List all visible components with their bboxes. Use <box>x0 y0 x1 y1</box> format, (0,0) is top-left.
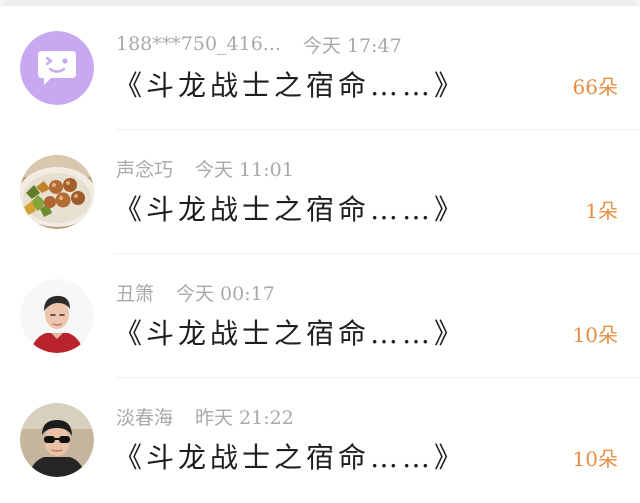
list-item[interactable]: 淡春海 昨天 21:22 《斗龙战士之宿命……》 10朵 <box>0 372 640 496</box>
flower-count: 10朵 <box>572 447 618 471</box>
message-time: 昨天 21:22 <box>195 406 294 429</box>
avatar[interactable] <box>20 31 94 105</box>
list-item[interactable]: 188***750_416... 今天 17:47 《斗龙战士之宿命……》 66… <box>0 0 640 130</box>
wink-face-icon <box>20 31 94 105</box>
sender-name: 丑箫 <box>116 282 155 305</box>
sender-name: 188***750_416... <box>116 33 281 55</box>
flower-count: 10朵 <box>572 323 618 347</box>
message-meta: 丑箫 今天 00:17 <box>116 279 275 305</box>
avatar[interactable] <box>20 279 94 353</box>
list-item[interactable]: 丑箫 今天 00:17 《斗龙战士之宿命……》 10朵 <box>0 248 640 378</box>
message-meta: 淡春海 昨天 21:22 <box>116 403 294 429</box>
avatar[interactable] <box>20 155 94 229</box>
sender-name: 淡春海 <box>116 406 174 429</box>
flower-count: 1朵 <box>585 199 618 223</box>
message-time: 今天 11:01 <box>195 158 294 181</box>
book-title: 《斗龙战士之宿命……》 <box>114 441 467 474</box>
message-list-sheet: 188***750_416... 今天 17:47 《斗龙战士之宿命……》 66… <box>0 0 640 503</box>
flower-count: 66朵 <box>572 75 618 99</box>
message-time: 今天 00:17 <box>176 282 275 305</box>
young-man-icon <box>20 279 94 353</box>
sender-name: 声念巧 <box>116 158 174 181</box>
book-title: 《斗龙战士之宿命……》 <box>114 69 467 102</box>
book-title: 《斗龙战士之宿命……》 <box>114 193 467 226</box>
message-meta: 188***750_416... 今天 17:47 <box>116 31 402 57</box>
food-plate-icon <box>20 155 94 229</box>
book-title: 《斗龙战士之宿命……》 <box>114 317 467 350</box>
avatar[interactable] <box>20 403 94 477</box>
message-meta: 声念巧 今天 11:01 <box>116 155 294 181</box>
list-item[interactable]: 声念巧 今天 11:01 《斗龙战士之宿命……》 1朵 <box>0 124 640 254</box>
man-sunglasses-icon <box>20 403 94 477</box>
message-time: 今天 17:47 <box>302 34 402 57</box>
